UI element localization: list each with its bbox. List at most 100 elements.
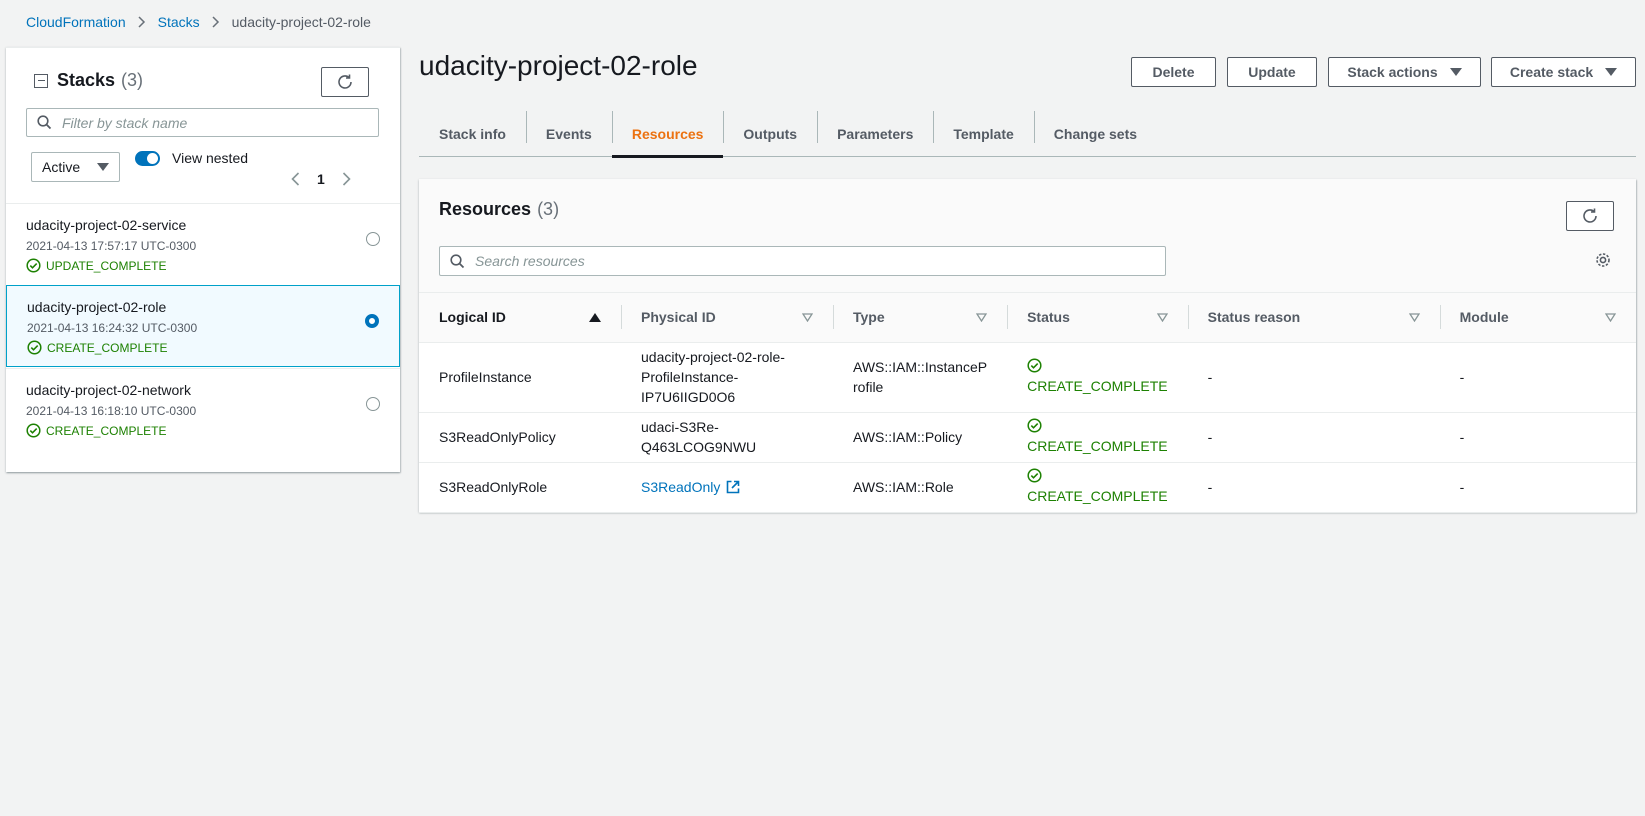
status-text: CREATE_COMPLETE	[1027, 488, 1168, 504]
stack-name[interactable]: udacity-project-02-service	[26, 217, 186, 233]
cell-type: AWS::IAM::Role	[833, 462, 1008, 513]
column-header-status-reason[interactable]: Status reason	[1187, 293, 1440, 343]
success-icon	[27, 340, 42, 355]
table-row: S3ReadOnlyPolicy udaci-S3Re- Q463LCOG9NW…	[419, 412, 1636, 463]
chevron-left-icon[interactable]	[291, 172, 300, 186]
stack-list-item[interactable]: udacity-project-02-network 2021-04-13 16…	[6, 368, 400, 450]
physical-id-link[interactable]: S3ReadOnly	[641, 477, 740, 497]
stacks-heading: Stacks	[57, 70, 116, 90]
stacks-panel-title: Stacks (3)	[34, 70, 143, 91]
refresh-icon	[338, 74, 352, 89]
resources-search-input[interactable]	[475, 253, 1119, 269]
chevron-right-icon[interactable]	[342, 172, 351, 186]
tab-parameters[interactable]: Parameters	[817, 110, 933, 157]
column-header-physical-id[interactable]: Physical ID	[621, 293, 833, 343]
table-header-row: Logical ID Physical ID Type Status Statu…	[419, 293, 1636, 343]
stack-radio-checked[interactable]	[365, 314, 379, 328]
view-nested-label: View nested	[172, 150, 249, 166]
stack-radio[interactable]	[366, 232, 380, 246]
current-page-number[interactable]: 1	[317, 171, 325, 187]
stack-detail-tabs: Stack info Events Resources Outputs Para…	[419, 110, 1636, 158]
stacks-panel: Stacks (3) Active View nested 1 udacity-…	[6, 47, 400, 472]
stacks-panel-header: Stacks (3) Active View nested 1	[6, 48, 400, 213]
resources-search-field[interactable]	[439, 246, 1166, 276]
stack-list-item[interactable]: udacity-project-02-service 2021-04-13 17…	[6, 203, 400, 285]
tab-stack-info[interactable]: Stack info	[419, 110, 526, 157]
stack-filter-input[interactable]	[62, 114, 369, 131]
cell-logical-id: S3ReadOnlyRole	[419, 462, 621, 513]
stacks-refresh-button[interactable]	[321, 67, 369, 97]
resources-panel: Resources (3) Logical ID Physical ID	[419, 179, 1636, 513]
column-header-module[interactable]: Module	[1439, 293, 1636, 343]
breadcrumb: CloudFormation Stacks udacity-project-02…	[26, 14, 371, 30]
sort-caret-icon	[1408, 313, 1420, 322]
sort-caret-icon	[1156, 313, 1168, 322]
stack-status-select-value: Active	[42, 159, 81, 175]
search-icon	[450, 253, 465, 268]
cell-module: -	[1439, 412, 1636, 463]
sort-caret-icon	[976, 313, 988, 322]
sort-caret-icon	[802, 313, 813, 322]
stack-timestamp: 2021-04-13 16:18:10 UTC-0300	[26, 404, 197, 418]
stack-name[interactable]: udacity-project-02-role	[27, 299, 166, 315]
refresh-icon	[1583, 208, 1597, 223]
column-header-type[interactable]: Type	[833, 293, 1008, 343]
success-icon	[26, 423, 41, 438]
stack-actions-button[interactable]: Stack actions	[1328, 57, 1481, 87]
page-title: udacity-project-02-role	[419, 50, 698, 81]
collapse-icon[interactable]	[34, 73, 48, 88]
sort-caret-icon	[1605, 313, 1616, 322]
resources-header: Resources (3)	[419, 179, 1636, 293]
success-icon	[1027, 358, 1168, 376]
stack-status: CREATE_COMPLETE	[26, 423, 166, 438]
create-stack-button[interactable]: Create stack	[1491, 57, 1636, 87]
resources-title: Resources (3)	[439, 199, 559, 220]
caret-down-icon	[1449, 68, 1462, 76]
cell-status-reason: -	[1187, 342, 1440, 413]
stacks-pagination: 1	[291, 171, 351, 187]
caret-down-icon	[97, 163, 109, 171]
resources-refresh-button[interactable]	[1566, 201, 1614, 231]
stack-status-text: UPDATE_COMPLETE	[46, 258, 167, 273]
cell-type: AWS::IAM::Policy	[833, 412, 1008, 463]
stack-timestamp: 2021-04-13 16:24:32 UTC-0300	[27, 321, 198, 335]
create-stack-label: Create stack	[1509, 64, 1594, 80]
resources-heading: Resources	[439, 199, 532, 219]
tab-change-sets[interactable]: Change sets	[1033, 110, 1157, 157]
stack-status-select[interactable]: Active	[31, 152, 120, 182]
breadcrumb-cloudformation[interactable]: CloudFormation	[26, 14, 126, 30]
stack-status-text: CREATE_COMPLETE	[46, 423, 167, 438]
breadcrumb-separator-icon	[138, 16, 146, 28]
cell-module: -	[1439, 342, 1636, 413]
table-row: S3ReadOnlyRole S3ReadOnly AWS::IAM::Role…	[419, 462, 1636, 513]
stack-status: UPDATE_COMPLETE	[26, 258, 166, 273]
stack-filter-field[interactable]	[26, 108, 379, 137]
breadcrumb-stacks[interactable]: Stacks	[158, 14, 200, 30]
stack-radio[interactable]	[366, 397, 380, 411]
column-header-status[interactable]: Status	[1007, 293, 1188, 343]
settings-gear-icon[interactable]	[1594, 251, 1612, 269]
tab-resources[interactable]: Resources	[611, 110, 724, 158]
stack-name[interactable]: udacity-project-02-network	[26, 382, 191, 398]
cell-status: CREATE_COMPLETE	[1007, 412, 1188, 463]
stack-list-item-selected[interactable]: udacity-project-02-role 2021-04-13 16:24…	[6, 285, 400, 367]
breadcrumb-current: udacity-project-02-role	[231, 14, 371, 30]
status-text: CREATE_COMPLETE	[1027, 378, 1168, 394]
cell-logical-id: S3ReadOnlyPolicy	[419, 412, 621, 463]
update-button[interactable]: Update	[1227, 57, 1317, 87]
cell-status: CREATE_COMPLETE	[1007, 342, 1188, 413]
stack-timestamp: 2021-04-13 17:57:17 UTC-0300	[26, 239, 197, 253]
tab-events[interactable]: Events	[525, 110, 612, 157]
tab-template[interactable]: Template	[933, 110, 1033, 157]
success-icon	[1027, 468, 1168, 486]
column-header-logical-id[interactable]: Logical ID	[419, 293, 621, 343]
breadcrumb-separator-icon	[212, 16, 220, 28]
delete-button[interactable]: Delete	[1131, 57, 1216, 87]
resources-table: Logical ID Physical ID Type Status Statu…	[419, 293, 1636, 513]
search-icon	[37, 115, 52, 130]
sort-ascending-icon	[589, 312, 601, 322]
external-link-icon	[727, 480, 740, 494]
view-nested-toggle[interactable]	[135, 150, 160, 166]
stack-status: CREATE_COMPLETE	[27, 340, 167, 355]
tab-outputs[interactable]: Outputs	[723, 110, 817, 157]
